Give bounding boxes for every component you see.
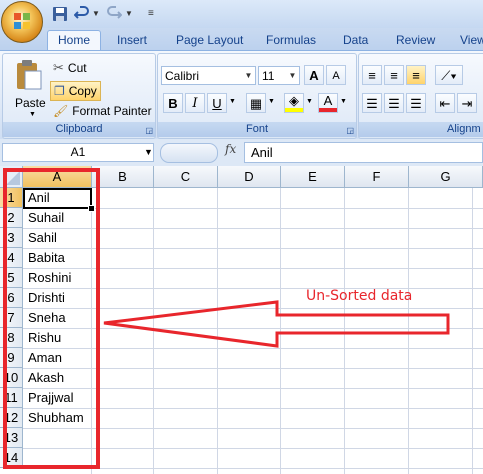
paste-dropdown-icon: ▼ [29, 111, 36, 118]
middle-align-icon: ≡ [390, 68, 398, 83]
format-painter-label: Format Painter [72, 104, 152, 118]
tab-formulas[interactable]: Formulas [266, 31, 316, 50]
format-painter-button[interactable]: 🖌 Format Painter [53, 104, 152, 118]
title-bar: ▼ ▼ ≡ [0, 0, 483, 43]
annotation-arrow-icon [103, 300, 450, 348]
clipboard-launcher-icon[interactable]: ◲ [145, 126, 153, 135]
shrink-font-button[interactable]: A [326, 65, 346, 85]
tab-review[interactable]: Review [396, 31, 435, 50]
font-size-dropdown-icon[interactable]: ▼ [286, 67, 299, 84]
tab-home[interactable]: Home [47, 30, 102, 50]
decrease-indent-icon: ⇤ [439, 96, 451, 111]
tab-page-layout[interactable]: Page Layout [176, 31, 243, 50]
grid-line [472, 188, 473, 474]
name-box-dropdown-icon[interactable]: ▼ [144, 147, 153, 157]
center-icon: ☰ [388, 96, 400, 111]
save-icon[interactable] [52, 5, 68, 23]
align-right-button[interactable]: ☰ [406, 93, 426, 113]
office-button[interactable] [1, 1, 43, 43]
font-group-label: Font [158, 122, 356, 137]
tab-insert[interactable]: Insert [117, 31, 147, 50]
redo-dropdown-icon[interactable]: ▼ [125, 5, 133, 23]
orientation-icon: ⟋▾ [441, 68, 457, 83]
office-logo-icon [14, 13, 30, 29]
underline-dropdown-icon[interactable]: ▼ [229, 98, 236, 105]
align-right-icon: ☰ [410, 96, 422, 111]
font-name-combo[interactable]: Calibri ▼ [161, 66, 256, 85]
scissors-icon: ✂ [53, 60, 64, 75]
increase-indent-icon: ⇥ [461, 96, 473, 111]
fill-color-dropdown-icon[interactable]: ▼ [306, 98, 313, 105]
borders-button[interactable]: ▦ [246, 93, 266, 113]
font-size-combo[interactable]: 11 ▼ [258, 66, 300, 85]
column-header-f[interactable]: F [345, 166, 409, 188]
alignment-group: ≡ ≡ ≡ ⟋▾ ☰ ☰ ☰ ⇤ ⇥ Alignm [358, 53, 483, 139]
top-align-icon: ≡ [368, 68, 376, 83]
font-name-value: Calibri [165, 69, 200, 83]
copy-label: Copy [68, 84, 97, 98]
column-header-b[interactable]: B [92, 166, 154, 188]
customize-toolbar-icon[interactable]: ≡ [148, 5, 154, 23]
bottom-align-icon: ≡ [412, 68, 420, 83]
tab-view[interactable]: View [460, 31, 483, 50]
borders-dropdown-icon[interactable]: ▼ [268, 98, 275, 105]
font-name-dropdown-icon[interactable]: ▼ [242, 67, 255, 84]
align-left-button[interactable]: ☰ [362, 93, 382, 113]
clipboard-group: Paste ▼ ✂ Cut ❐ Copy 🖌 Format Painter Cl… [2, 53, 156, 139]
bottom-align-button[interactable]: ≡ [406, 65, 426, 85]
font-size-value: 11 [262, 69, 275, 83]
alignment-group-label: Alignm [359, 122, 483, 137]
font-launcher-icon[interactable]: ◲ [346, 126, 354, 135]
fill-color-button[interactable]: ◈ [284, 93, 304, 113]
cut-label: Cut [67, 61, 87, 75]
clipboard-group-label: Clipboard [3, 122, 155, 137]
insert-function-icon[interactable]: fx [225, 142, 236, 156]
ribbon-tab-bar: Home Insert Page Layout Formulas Data Re… [0, 28, 483, 50]
name-box[interactable]: A1 [2, 143, 154, 162]
formula-bar-splitter[interactable] [160, 143, 218, 163]
column-header-e[interactable]: E [281, 166, 345, 188]
underline-button[interactable]: U [207, 93, 227, 113]
orientation-button[interactable]: ⟋▾ [435, 65, 463, 85]
ribbon: Paste ▼ ✂ Cut ❐ Copy 🖌 Format Painter Cl… [0, 50, 483, 140]
annotation-label: Un-Sorted data [306, 288, 413, 304]
font-color-dropdown-icon[interactable]: ▼ [340, 98, 347, 105]
top-align-button[interactable]: ≡ [362, 65, 382, 85]
column-header-d[interactable]: D [218, 166, 281, 188]
annotation-highlight-box [3, 168, 100, 469]
cut-button[interactable]: ✂ Cut [53, 60, 87, 76]
borders-icon: ▦ [249, 96, 263, 111]
increase-indent-button[interactable]: ⇥ [457, 93, 477, 113]
formula-input[interactable]: Anil [244, 142, 483, 163]
bold-button[interactable]: B [163, 93, 183, 113]
format-painter-icon: 🖌 [53, 104, 69, 118]
align-left-icon: ☰ [366, 96, 378, 111]
tab-data[interactable]: Data [343, 31, 368, 50]
font-color-icon: A [319, 94, 337, 112]
undo-dropdown-icon[interactable]: ▼ [92, 5, 100, 23]
fill-color-icon: ◈ [285, 94, 303, 112]
copy-button[interactable]: ❐ Copy [50, 81, 101, 101]
copy-icon: ❐ [54, 84, 65, 98]
column-header-g[interactable]: G [409, 166, 483, 188]
paste-button[interactable]: Paste ▼ [9, 57, 49, 118]
redo-icon[interactable] [106, 5, 122, 23]
column-header-c[interactable]: C [154, 166, 218, 188]
italic-button[interactable]: I [185, 93, 205, 113]
font-group: Calibri ▼ 11 ▼ A A B I U ▼ ▦ ▼ ◈ ▼ A ▼ F… [157, 53, 357, 139]
formula-bar: A1 ▼ fx Anil [0, 139, 483, 166]
undo-icon[interactable] [74, 5, 90, 23]
center-button[interactable]: ☰ [384, 93, 404, 113]
paste-icon [17, 60, 42, 90]
decrease-indent-button[interactable]: ⇤ [435, 93, 455, 113]
font-color-button[interactable]: A [318, 93, 338, 113]
middle-align-button[interactable]: ≡ [384, 65, 404, 85]
paste-label: Paste [15, 96, 46, 110]
grow-font-button[interactable]: A [304, 65, 324, 85]
